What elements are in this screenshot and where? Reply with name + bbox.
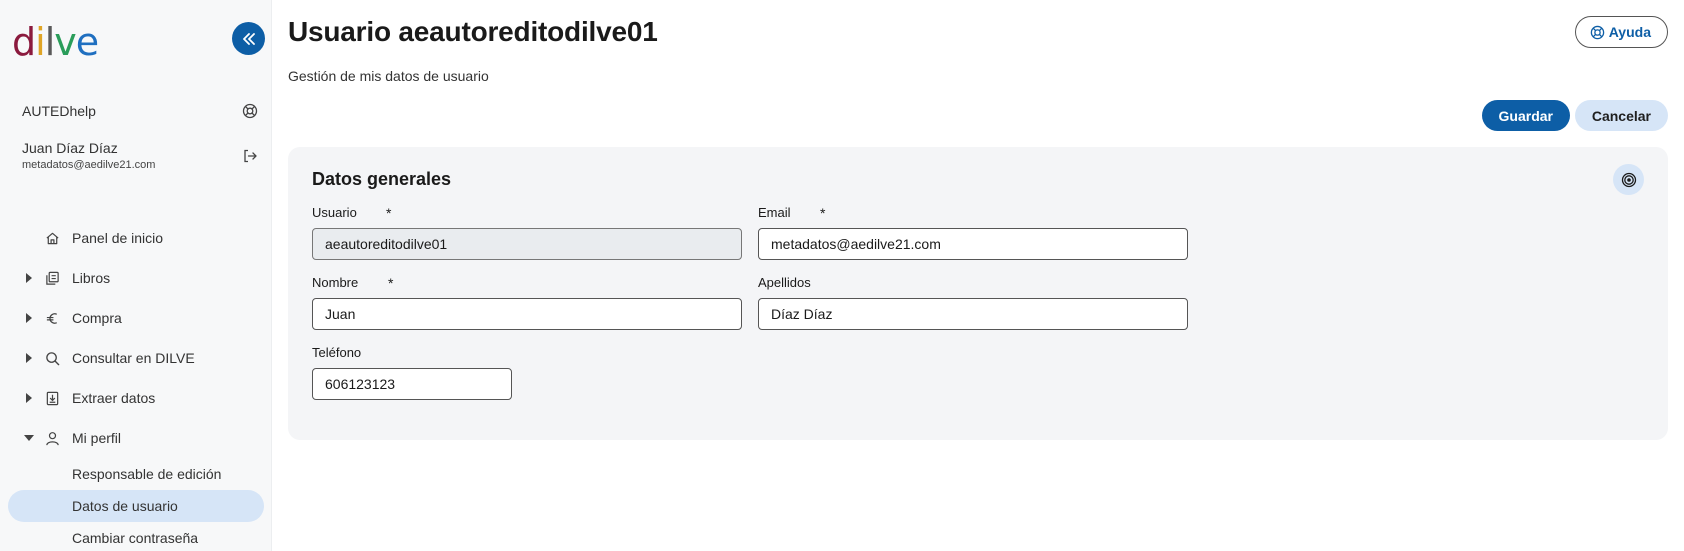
sidebar-nav: Panel de inicio Libros Compra Consultar …	[0, 218, 272, 551]
sidebar-item-label: Compra	[72, 310, 122, 326]
user-row: Juan Díaz Díaz metadatos@aedilve21.com	[22, 140, 258, 171]
sidebar-item-label: Panel de inicio	[72, 230, 164, 246]
logo-letter: i	[35, 20, 46, 64]
general-data-card: Datos generales Usuario* Email* Nombre* …	[288, 147, 1668, 440]
sidebar-item-label: Libros	[72, 270, 111, 286]
sidebar-subitem-label: Cambiar contraseña	[72, 530, 199, 546]
nombre-field-group: Nombre *	[312, 275, 742, 331]
email-input[interactable]	[758, 228, 1188, 260]
lifebuoy-icon[interactable]	[242, 103, 258, 119]
sidebar-item-compra[interactable]: Compra	[0, 298, 272, 338]
usuario-label: Usuario *	[312, 205, 392, 221]
section-title: Datos generales	[312, 169, 452, 189]
caret-right-icon	[24, 353, 34, 363]
logout-icon[interactable]	[242, 148, 258, 164]
usuario-input[interactable]	[312, 228, 742, 260]
telefono-field-group: Teléfono	[312, 345, 512, 401]
save-button[interactable]: Guardar	[1481, 100, 1570, 131]
email-field-group: Email *	[758, 205, 1188, 261]
caret-right-icon	[24, 273, 34, 283]
sidebar-item-libros[interactable]: Libros	[0, 258, 272, 298]
apellidos-label: Apellidos	[758, 275, 811, 290]
download-icon	[44, 390, 60, 406]
sidebar-item-mi-perfil[interactable]: Mi perfil	[0, 418, 272, 458]
collapse-sidebar-button[interactable]	[232, 22, 265, 55]
search-icon	[44, 350, 60, 366]
organization-name: AUTEDhelp	[22, 103, 96, 119]
caret-down-icon	[24, 434, 34, 442]
user-icon	[44, 430, 60, 446]
caret-right-icon	[24, 393, 34, 403]
page-title: Usuario aeautoreditodilve01	[288, 16, 658, 47]
double-chevron-left-icon	[242, 32, 255, 45]
apellidos-input[interactable]	[758, 298, 1188, 330]
logo-letter: l	[44, 20, 56, 64]
help-button[interactable]: Ayuda	[1574, 16, 1668, 48]
user-email: metadatos@aedilve21.com	[22, 159, 156, 171]
email-label: Email *	[758, 205, 826, 221]
sidebar-subitem-datos-usuario[interactable]: Datos de usuario	[8, 490, 264, 522]
lifebuoy-icon	[1590, 25, 1604, 39]
user-name: Juan Díaz Díaz	[22, 140, 118, 156]
telefono-input[interactable]	[312, 368, 512, 400]
sidebar: dilve AUTEDhelp Juan Díaz Díaz metadatos…	[0, 0, 272, 551]
caret-right-icon	[24, 313, 34, 323]
page-subtitle: Gestión de mis datos de usuario	[288, 68, 489, 84]
euro-icon	[44, 310, 60, 326]
sidebar-subitem-label: Responsable de edición	[72, 466, 222, 482]
section-help-button[interactable]	[1613, 164, 1644, 195]
logo-letter: e	[75, 20, 99, 64]
apellidos-field-group: Apellidos	[758, 275, 1188, 331]
nombre-input[interactable]	[312, 298, 742, 330]
logo-letter: v	[54, 20, 76, 64]
sidebar-item-panel-inicio[interactable]: Panel de inicio	[0, 218, 272, 258]
sidebar-subitem-cambiar-contrasena[interactable]: Cambiar contraseña	[0, 522, 272, 551]
target-icon	[1621, 172, 1636, 187]
sidebar-item-label: Consultar en DILVE	[72, 350, 195, 366]
home-icon	[44, 230, 60, 246]
cancel-button[interactable]: Cancelar	[1574, 100, 1668, 131]
sidebar-subitem-responsable[interactable]: Responsable de edición	[0, 458, 272, 490]
sidebar-subitem-label: Datos de usuario	[72, 498, 178, 514]
dilve-logo[interactable]: dilve	[12, 20, 99, 64]
sidebar-item-consultar[interactable]: Consultar en DILVE	[0, 338, 272, 378]
logo-letter: d	[12, 20, 36, 64]
help-button-label: Ayuda	[1608, 24, 1651, 40]
sidebar-item-extraer[interactable]: Extraer datos	[0, 378, 272, 418]
main-content: Usuario aeautoreditodilve01 Gestión de m…	[288, 0, 1668, 551]
organization-row: AUTEDhelp	[22, 103, 258, 119]
telefono-label: Teléfono	[312, 345, 362, 360]
sidebar-item-label: Mi perfil	[72, 430, 122, 446]
books-icon	[44, 270, 60, 286]
usuario-field-group: Usuario *	[312, 205, 742, 261]
sidebar-item-label: Extraer datos	[72, 390, 156, 406]
nombre-label: Nombre *	[312, 275, 394, 291]
